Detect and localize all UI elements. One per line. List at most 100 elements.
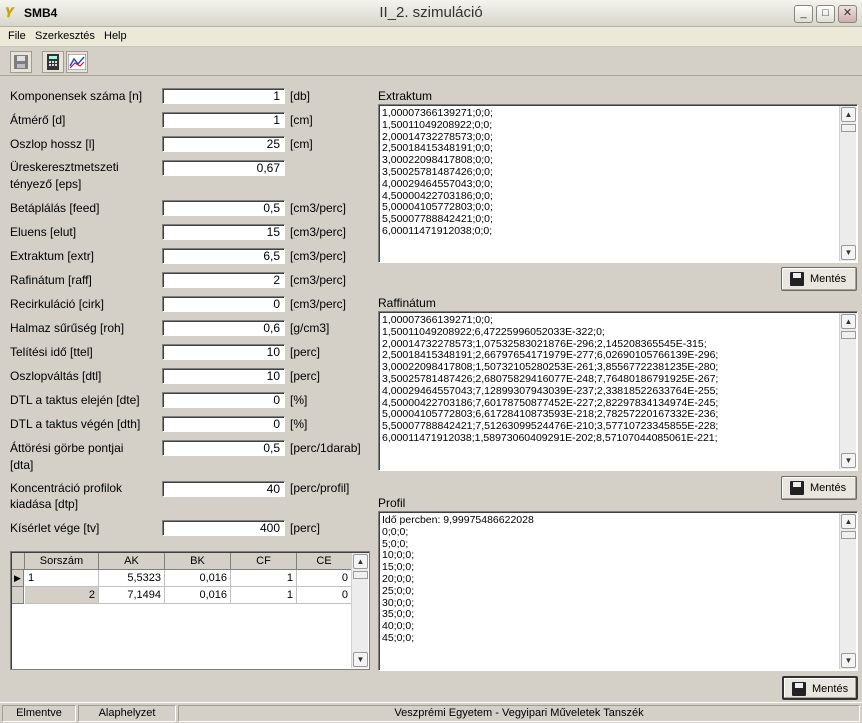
extraktum-scrollbar[interactable]: ▲ ▼ — [839, 106, 856, 261]
input-profile-output[interactable]: 40 — [162, 481, 285, 497]
unit-experiment-end: [perc] — [290, 521, 321, 535]
grid-header-bk[interactable]: BK — [165, 553, 231, 570]
grid-header-ce[interactable]: CE — [297, 553, 352, 570]
profil-save-button[interactable]: Mentés — [782, 676, 858, 700]
scroll-thumb[interactable] — [353, 571, 368, 579]
input-void-fraction[interactable]: 0,67 — [162, 160, 285, 176]
minimize-button[interactable]: _ — [794, 5, 813, 23]
component-grid[interactable]: Sorszám AK BK CF CE ▶ 1 5,5323 0,016 1 0… — [10, 551, 370, 670]
table-cell[interactable]: 0,016 — [165, 587, 231, 604]
table-cell[interactable]: 1 — [231, 570, 297, 587]
input-experiment-end[interactable]: 400 — [162, 520, 285, 536]
chart-icon[interactable] — [66, 51, 88, 73]
unit-saturation-time: [perc] — [290, 345, 321, 359]
grid-scrollbar[interactable]: ▲ ▼ — [351, 553, 368, 668]
input-column-length[interactable]: 25 — [162, 136, 285, 152]
label-recirculation: Recirkuláció [cirk] — [10, 297, 105, 311]
memo-line: 5;0;0; — [382, 537, 409, 550]
raffinatum-save-button[interactable]: Mentés — [781, 476, 857, 500]
extraktum-save-label: Mentés — [810, 273, 847, 285]
profil-save-label: Mentés — [812, 683, 849, 695]
table-cell[interactable]: 0 — [297, 587, 352, 604]
extraktum-save-button[interactable]: Mentés — [781, 267, 857, 291]
status-default: Alaphelyzet — [78, 705, 176, 722]
label-raffinate: Rafinátum [raff] — [10, 273, 92, 287]
label-dtl-end: DTL a taktus végén [dth] — [10, 417, 141, 431]
input-extract[interactable]: 6,5 — [162, 248, 285, 264]
input-column-switch[interactable]: 10 — [162, 368, 285, 384]
scroll-thumb[interactable] — [841, 531, 856, 539]
unit-dtl-end: [%] — [290, 417, 308, 431]
extraktum-memo[interactable]: 1,00007366139271;0;0; 1,50011049208922;0… — [378, 104, 858, 263]
table-cell[interactable]: 7,1494 — [99, 587, 165, 604]
grid-header-sorszam[interactable]: Sorszám — [25, 553, 99, 570]
menu-edit[interactable]: Szerkesztés — [35, 30, 95, 42]
scroll-down-icon[interactable]: ▼ — [841, 453, 856, 468]
unit-column-switch: [perc] — [290, 369, 321, 383]
label-extract: Extraktum [extr] — [10, 249, 95, 263]
scroll-up-icon[interactable]: ▲ — [841, 314, 856, 329]
table-cell[interactable]: 5,5323 — [99, 570, 165, 587]
table-cell[interactable]: 1 — [25, 570, 99, 587]
input-recirculation[interactable]: 0 — [162, 296, 285, 312]
scroll-up-icon[interactable]: ▲ — [353, 554, 368, 569]
scroll-down-icon[interactable]: ▼ — [841, 653, 856, 668]
input-components[interactable]: 1 — [162, 88, 285, 104]
input-diameter[interactable]: 1 — [162, 112, 285, 128]
input-bulk-density[interactable]: 0,6 — [162, 320, 285, 336]
unit-bulk-density: [g/cm3] — [290, 321, 330, 335]
raffinatum-lines: 1,00007366139271;0;0; 1,50011049208922;6… — [382, 315, 837, 445]
scroll-down-icon[interactable]: ▼ — [841, 245, 856, 260]
table-cell[interactable]: 0 — [297, 570, 352, 587]
unit-raffinate: [cm3/perc] — [290, 273, 347, 287]
memo-line: 15;0;0; — [382, 561, 415, 574]
save-icon[interactable] — [10, 51, 32, 73]
menu-help[interactable]: Help — [104, 30, 127, 42]
table-cell[interactable]: 2 — [25, 587, 99, 604]
label-diameter: Átmérő [d] — [10, 113, 66, 127]
memo-line: 1,50011049208922;6,47225996052033E-322;0… — [382, 325, 605, 338]
input-dtl-end[interactable]: 0 — [162, 416, 285, 432]
memo-line: 6,00011471912038;0;0; — [382, 224, 493, 237]
scroll-up-icon[interactable]: ▲ — [841, 107, 856, 122]
scroll-thumb[interactable] — [841, 331, 856, 339]
app-window: 𝒀 SMB4 II_2. szimuláció _ □ ✕ File Szerk… — [0, 0, 862, 723]
label-profile-output-line1: Koncentráció profilok — [10, 481, 123, 495]
window-title: II_2. szimuláció — [379, 4, 483, 21]
input-breakthrough[interactable]: 0,5 — [162, 440, 285, 456]
close-button[interactable]: ✕ — [838, 5, 857, 23]
menu-file[interactable]: File — [8, 30, 26, 42]
table-cell[interactable]: 1 — [231, 587, 297, 604]
input-eluent[interactable]: 15 — [162, 224, 285, 240]
scroll-down-icon[interactable]: ▼ — [353, 652, 368, 667]
input-saturation-time[interactable]: 10 — [162, 344, 285, 360]
memo-line: 4,00029464557043;0;0; — [382, 177, 493, 190]
calculator-icon[interactable] — [42, 51, 64, 73]
memo-line: 40;0;0; — [382, 620, 415, 633]
input-feed[interactable]: 0,5 — [162, 200, 285, 216]
save-icon — [790, 481, 804, 495]
scroll-up-icon[interactable]: ▲ — [841, 514, 856, 529]
input-dtl-start[interactable]: 0 — [162, 392, 285, 408]
input-raffinate[interactable]: 2 — [162, 272, 285, 288]
memo-line: 3,50025781487426;2,68075829416077E-248;7… — [382, 372, 719, 385]
label-breakthrough-line1: Áttörési görbe pontjai — [10, 441, 124, 455]
maximize-button[interactable]: □ — [816, 5, 835, 23]
grid-header-ak[interactable]: AK — [99, 553, 165, 570]
grid-header-cf[interactable]: CF — [231, 553, 297, 570]
label-void-fraction-line1: Üreskeresztmetszeti — [10, 160, 119, 174]
raffinatum-memo[interactable]: 1,00007366139271;0;0; 1,50011049208922;6… — [378, 311, 858, 471]
save-icon — [790, 272, 804, 286]
scroll-thumb[interactable] — [841, 124, 856, 132]
label-eluent: Eluens [elut] — [10, 225, 77, 239]
label-breakthrough-line2: [dta] — [10, 458, 34, 472]
raffinatum-scrollbar[interactable]: ▲ ▼ — [839, 313, 856, 469]
toolbar — [0, 48, 862, 76]
memo-line: 25;0;0; — [382, 584, 415, 597]
profil-scrollbar[interactable]: ▲ ▼ — [839, 513, 856, 669]
unit-recirculation: [cm3/perc] — [290, 297, 347, 311]
profil-memo[interactable]: Idő percben: 9,99975486622028 0;0;0; 5;0… — [378, 511, 858, 671]
raffinatum-save-label: Mentés — [810, 482, 847, 494]
profil-title: Profil — [378, 496, 406, 510]
table-cell[interactable]: 0,016 — [165, 570, 231, 587]
